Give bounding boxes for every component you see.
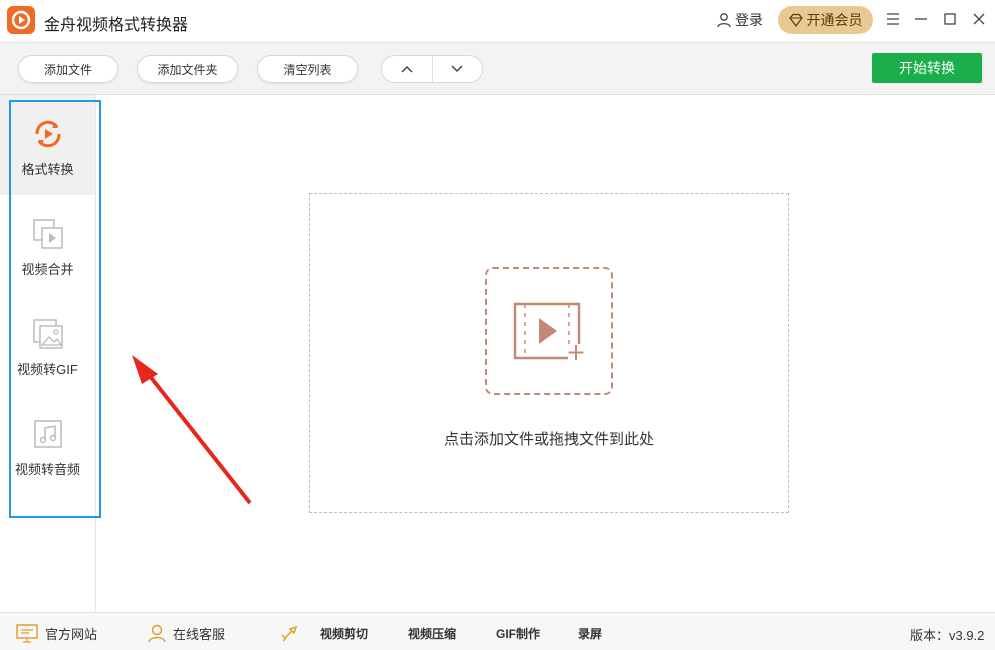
add-folder-button[interactable]: 添加文件夹	[137, 55, 238, 83]
sidebar-item-label: 格式转换	[21, 159, 73, 178]
file-drop-zone[interactable]: 点击添加文件或拖拽文件到此处	[309, 193, 789, 513]
version-text: 版本：v3.9.2	[910, 625, 984, 644]
screen-record-link[interactable]: 录屏	[578, 625, 602, 642]
sidebar-item-label: 视频转音频	[15, 459, 80, 478]
login-button[interactable]: 登录	[716, 10, 763, 30]
chevron-up-icon	[401, 65, 413, 73]
login-label: 登录	[735, 10, 763, 30]
move-up-button[interactable]	[382, 56, 433, 82]
start-convert-button[interactable]: 开始转换	[872, 53, 982, 83]
tools-icon	[280, 623, 300, 643]
online-support-link[interactable]: 在线客服	[147, 623, 225, 643]
menu-icon[interactable]	[884, 10, 902, 28]
chevron-down-icon	[451, 65, 463, 73]
clear-list-button[interactable]: 清空列表	[257, 55, 358, 83]
video-to-gif-icon	[31, 317, 65, 351]
diamond-icon	[789, 13, 803, 27]
monitor-icon	[15, 623, 39, 643]
video-merge-icon	[31, 217, 65, 251]
user-icon	[716, 12, 732, 28]
move-buttons	[381, 55, 483, 83]
vip-button[interactable]: 开通会员	[778, 6, 873, 34]
app-title: 金舟视频格式转换器	[44, 11, 188, 35]
sidebar: 格式转换 视频合并 视频转GIF	[0, 95, 96, 612]
drop-hint-text: 点击添加文件或拖拽文件到此处	[310, 428, 788, 449]
sidebar-item-video-merge[interactable]: 视频合并	[0, 195, 95, 295]
official-website-link[interactable]: 官方网站	[15, 623, 97, 643]
support-label: 在线客服	[173, 624, 225, 643]
video-to-audio-icon	[31, 417, 65, 451]
add-video-icon	[485, 267, 613, 395]
status-bar: 官方网站 在线客服 视频剪切 视频压缩 GIF制作 录屏 版本：v3.9.2	[0, 612, 995, 650]
app-logo-icon	[7, 6, 35, 34]
vip-label: 开通会员	[807, 10, 863, 30]
support-icon	[147, 623, 167, 643]
title-bar: 金舟视频格式转换器 登录 开通会员	[0, 0, 995, 43]
toolbar: 添加文件 添加文件夹 清空列表 开始转换	[0, 43, 995, 95]
maximize-icon[interactable]	[941, 10, 959, 28]
sidebar-item-format-convert[interactable]: 格式转换	[0, 95, 95, 195]
add-file-button[interactable]: 添加文件	[18, 55, 118, 83]
minimize-icon[interactable]	[912, 10, 930, 28]
move-down-button[interactable]	[433, 56, 483, 82]
sidebar-item-video-to-gif[interactable]: 视频转GIF	[0, 295, 95, 395]
gif-make-link[interactable]: GIF制作	[496, 625, 540, 642]
annotation-arrow-icon	[120, 350, 260, 510]
sidebar-item-video-to-audio[interactable]: 视频转音频	[0, 395, 95, 495]
format-convert-icon	[31, 117, 65, 151]
video-cut-link[interactable]: 视频剪切	[320, 625, 368, 642]
close-icon[interactable]	[970, 10, 988, 28]
sidebar-item-label: 视频合并	[21, 259, 73, 278]
sidebar-item-label: 视频转GIF	[17, 359, 78, 378]
website-label: 官方网站	[45, 624, 97, 643]
video-compress-link[interactable]: 视频压缩	[408, 625, 456, 642]
